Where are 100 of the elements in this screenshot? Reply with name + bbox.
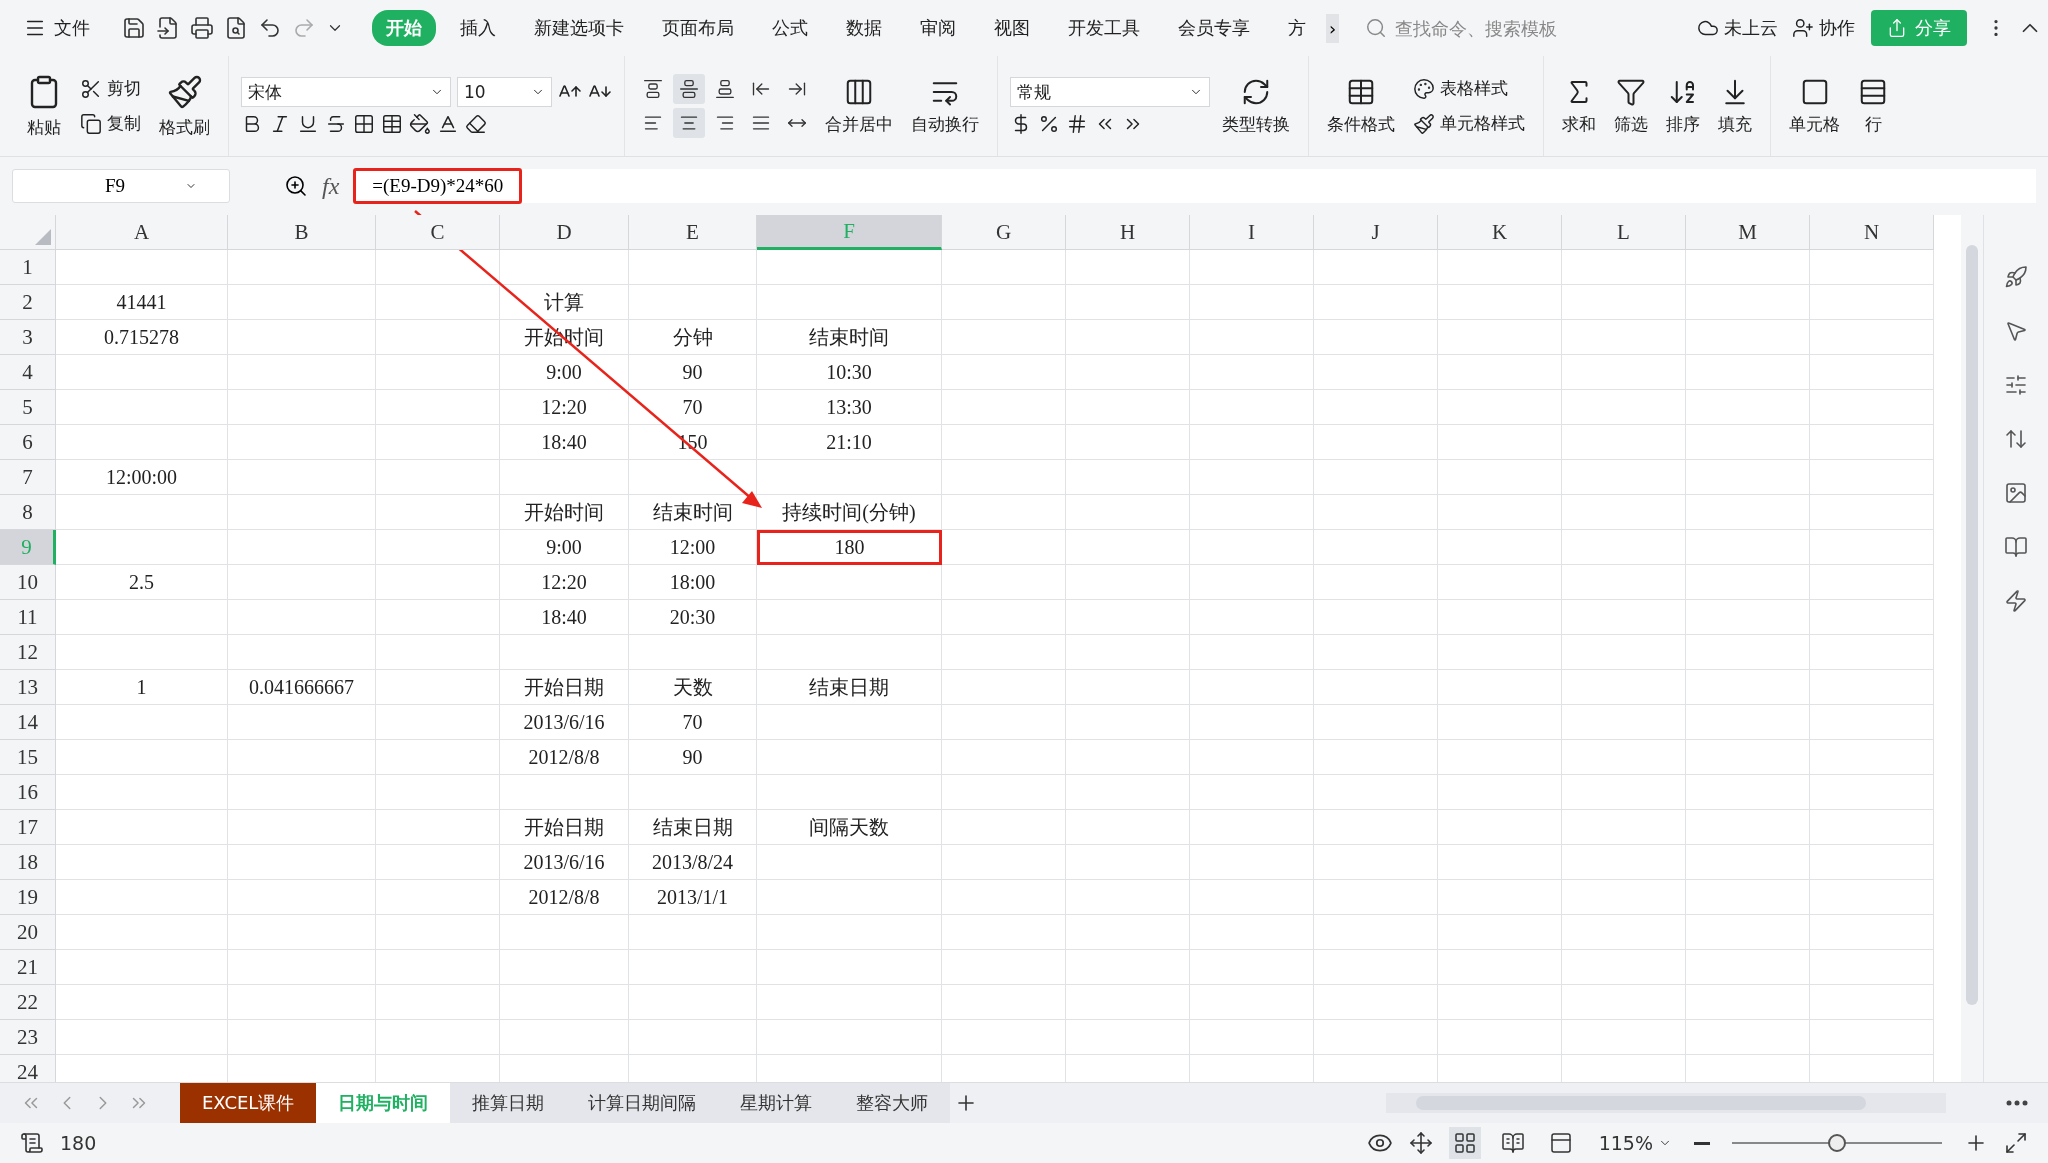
file-menu[interactable]: 文件 [16,12,98,44]
column-header[interactable]: N [1810,215,1934,250]
eraser-icon [465,113,487,135]
row-column-button[interactable]: 行 [1852,74,1894,138]
column-header[interactable]: I [1190,215,1314,250]
conditional-format-button[interactable]: 条件格式 [1321,74,1401,138]
row-header[interactable]: 8 [0,495,56,530]
paste-button[interactable]: 粘贴 [20,71,68,141]
format-painter-button[interactable]: 格式刷 [153,71,216,141]
align-center-icon[interactable] [673,108,705,138]
row-header[interactable]: 12 [0,635,56,670]
slider-thumb[interactable] [1828,1134,1846,1152]
row-header[interactable]: 1 [0,250,56,285]
table-cell: 21:10 [757,425,942,460]
table-cell: 1 [56,670,228,705]
column-header[interactable]: H [1066,215,1190,250]
book-icon [2004,535,2028,559]
merge-center-button[interactable]: 合并居中 [819,74,899,138]
more-tabs-button[interactable]: › [1326,13,1340,43]
row-header[interactable]: 14 [0,705,56,740]
row-header[interactable]: 16 [0,775,56,810]
column-header[interactable]: B [228,215,376,250]
column-header[interactable]: A [56,215,228,250]
row-header[interactable]: 24 [0,1055,56,1082]
column-header[interactable]: K [1438,215,1562,250]
user-plus-icon [1792,17,1815,39]
menu-tab[interactable]: 方 [1274,10,1320,46]
cell-style-button[interactable]: 单元格样式 [1407,109,1531,138]
number-format-select[interactable]: 常规 [1010,77,1210,107]
copy-button[interactable]: 复制 [74,109,147,138]
row-header[interactable]: 3 [0,320,56,355]
sheet-tab[interactable]: 推算日期 [450,1083,567,1123]
column-header[interactable]: D [500,215,629,250]
sheet-tab[interactable]: EXCEL课件 [180,1083,317,1123]
row-header[interactable]: 13 [0,670,56,705]
horizontal-scrollbar[interactable] [1386,1093,1946,1113]
search-field[interactable]: 查找命令、搜索模板 [1365,16,1688,40]
row-header[interactable]: 17 [0,810,56,845]
column-header[interactable]: J [1314,215,1438,250]
menu-tab[interactable]: 插入 [446,10,510,46]
table-cell: 开始日期 [500,670,629,705]
sheet-tab[interactable]: 星期计算 [718,1083,835,1123]
menu-tab[interactable]: 数据 [832,10,896,46]
menu-tab[interactable]: 页面布局 [648,10,748,46]
row-header[interactable]: 6 [0,425,56,460]
function-label[interactable]: fx [322,172,340,200]
row-header[interactable]: 19 [0,880,56,915]
align-middle-icon[interactable] [673,74,705,104]
column-header[interactable]: M [1686,215,1810,250]
row-header[interactable]: 4 [0,355,56,390]
fill-button[interactable]: 填充 [1712,74,1758,138]
zoom-out-icon[interactable] [1694,1141,1710,1145]
filter-button[interactable]: 筛选 [1608,74,1654,138]
menu-tab[interactable]: 审阅 [906,10,970,46]
row-header[interactable]: 2 [0,285,56,320]
collaborate-button[interactable]: 协作 [1786,13,1862,43]
zoom-select[interactable]: 115% [1592,1129,1678,1157]
table-cell: 2013/1/1 [629,880,757,915]
row-header[interactable]: 5 [0,390,56,425]
row-header[interactable]: 11 [0,600,56,635]
borders-icon [353,113,375,135]
column-header[interactable]: G [942,215,1066,250]
font-select[interactable]: 宋体 [241,77,451,107]
type-convert-button[interactable]: 类型转换 [1216,74,1296,138]
normal-view-icon[interactable] [1448,1127,1481,1159]
table-style-button[interactable]: 表格样式 [1407,74,1531,103]
column-header[interactable]: E [629,215,757,250]
cut-button[interactable]: 剪切 [74,74,147,103]
row-header[interactable]: 18 [0,845,56,880]
wrap-text-button[interactable]: 自动换行 [905,74,985,138]
menu-tab[interactable]: 公式 [758,10,822,46]
row-header[interactable]: 15 [0,740,56,775]
row-header[interactable]: 7 [0,460,56,495]
status-value: 180 [60,1132,97,1154]
row-header[interactable]: 20 [0,915,56,950]
formula-text[interactable]: =(E9-D9)*24*60 [353,168,523,204]
row-header[interactable]: 22 [0,985,56,1020]
column-header[interactable]: L [1562,215,1686,250]
cloud-button[interactable]: 未上云 [1691,13,1785,43]
table-cell: 90 [629,355,757,390]
lightning-icon [2004,589,2028,613]
name-box[interactable]: F9 [12,169,230,203]
table-cell: 18:00 [629,565,757,600]
sheet-tab[interactable]: 计算日期间隔 [566,1083,719,1123]
more-icon[interactable] [2006,1100,2028,1106]
font-color-icon [437,113,459,135]
cell-button[interactable]: 单元格 [1783,74,1846,138]
row-header[interactable]: 21 [0,950,56,985]
column-header[interactable]: C [376,215,500,250]
row-header[interactable]: 10 [0,565,56,600]
sum-button[interactable]: 求和 [1556,74,1602,138]
menu-tab[interactable]: 新建选项卡 [520,10,638,46]
menu-tab[interactable]: 开发工具 [1054,10,1154,46]
row-header[interactable]: 23 [0,1020,56,1055]
font-size-select[interactable]: 10 [457,77,552,107]
menu-tab[interactable]: 视图 [980,10,1044,46]
menu-tab[interactable]: 会员专享 [1164,10,1264,46]
sheet-tab[interactable]: 整容大师 [834,1083,951,1123]
strikethrough-icon [325,113,347,135]
sort-button[interactable]: 排序 [1660,74,1706,138]
